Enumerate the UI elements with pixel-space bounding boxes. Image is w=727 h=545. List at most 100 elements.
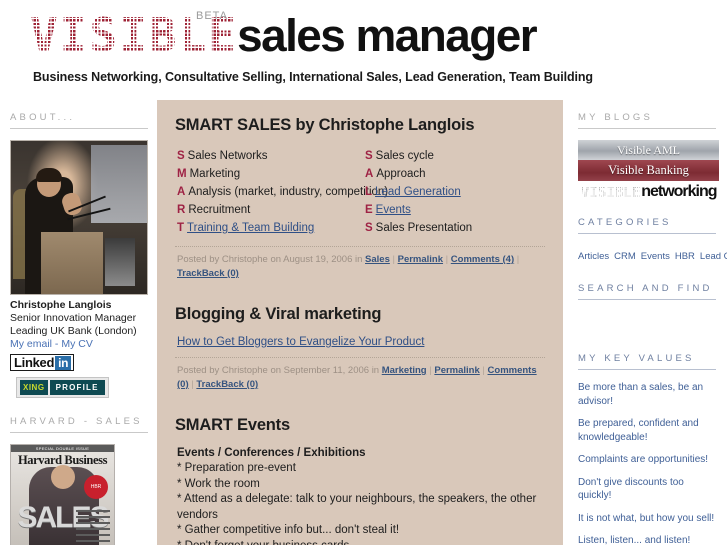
my-blogs-heading-rule <box>578 128 716 129</box>
visible-networking-word2: networking <box>641 183 717 200</box>
post-trackback-link[interactable]: TrackBack (0) <box>196 379 258 390</box>
author-bio: Christophe Langlois Senior Innovation Ma… <box>10 299 157 398</box>
post-category-link[interactable]: Sales <box>365 254 390 265</box>
smart-text: Sales Presentation <box>375 222 473 234</box>
post-title: SMART Events <box>175 416 290 434</box>
smart-row: A Analysis (market, industry, competition… <box>177 183 388 201</box>
key-value-item: Complaints are opportunities! <box>578 454 709 465</box>
page-root: VISIBLE sales manager BETA Business Netw… <box>0 0 727 545</box>
author-company: Leading UK Bank (London) <box>10 325 137 337</box>
events-list-item: * Work the room <box>177 477 260 490</box>
photo-award-stand <box>105 238 135 286</box>
harvard-sales-heading-rule <box>10 432 148 433</box>
photo-podium <box>41 232 103 294</box>
author-photo <box>10 140 148 295</box>
smart-row: L Lead Generation <box>365 183 549 201</box>
smart-letter: A <box>177 186 186 198</box>
post-blogging-viral-marketing: Blogging & Viral marketing How to Get Bl… <box>171 305 549 392</box>
main-content: SMART SALES by Christophe Langlois S Sale… <box>157 100 563 545</box>
smart-text: Sales Networks <box>187 150 268 162</box>
link-separator: - <box>52 338 62 350</box>
smart-letter: L <box>365 186 373 198</box>
hbr-top-band: SPECIAL DOUBLE ISSUE <box>11 445 114 452</box>
left-sidebar: ABOUT... Christophe Langlois Senior Inno… <box>0 112 157 545</box>
smart-letter: S <box>177 150 185 162</box>
smart-text: Marketing <box>189 168 241 180</box>
categories-heading: CATEGORIES <box>578 217 672 228</box>
events-list-item: * Preparation pre-event <box>177 462 296 474</box>
smart-text: Approach <box>376 168 426 180</box>
post-comments-link[interactable]: Comments (4) <box>451 254 514 265</box>
smart-row: R Recruitment <box>177 201 365 219</box>
post-trackback-link[interactable]: TrackBack (0) <box>177 268 239 279</box>
my-key-values-heading-rule <box>578 369 716 370</box>
xing-badge[interactable]: XING PROFILE <box>16 377 109 398</box>
post-permalink[interactable]: Permalink <box>398 254 443 265</box>
hbr-magazine-cover[interactable]: SPECIAL DOUBLE ISSUE Harvard Business Re… <box>10 444 115 545</box>
events-list-item: * Attend as a delegate: talk to your nei… <box>177 493 537 521</box>
key-value-item: It is not what, but how you sell! <box>578 512 715 524</box>
hbr-cover-face <box>51 465 75 489</box>
smart-row: M Marketing <box>177 165 365 183</box>
linkedin-badge-in: in <box>55 356 72 370</box>
post-permalink[interactable]: Permalink <box>434 365 479 376</box>
post-category-link[interactable]: Marketing <box>382 365 427 376</box>
xing-badge-right: PROFILE <box>49 380 105 395</box>
post-smart-events: SMART Events Events / Conferences / Exhi… <box>171 416 549 545</box>
key-value-item: Be prepared, confident and knowledgeable… <box>578 418 699 443</box>
smart-text-link[interactable]: Lead Generation <box>375 186 461 198</box>
post-divider <box>175 246 545 247</box>
blog-banner-visible-networking[interactable]: VISIBLE networking <box>578 181 719 203</box>
linkedin-badge[interactable]: Linked in <box>10 354 75 371</box>
search-box-area[interactable] <box>578 311 727 353</box>
category-link-lead-generation[interactable]: Lead Generation <box>700 251 727 262</box>
blog-banner-list: Visible AML Visible Banking VISIBLE netwo… <box>578 140 719 203</box>
key-value-item: Listen, listen... and listen! <box>578 535 691 545</box>
smart-letter: S <box>365 222 373 234</box>
site-logo[interactable]: VISIBLE sales manager <box>30 8 538 62</box>
post-body-link-wrap: How to Get Bloggers to Evangelize Your P… <box>177 336 549 348</box>
blog-banner-visible-aml[interactable]: Visible AML <box>578 140 719 160</box>
smart-row: S Sales Presentation <box>365 219 549 237</box>
xing-badge-left: XING <box>20 380 48 395</box>
smart-letter: S <box>365 150 373 162</box>
category-link-hbr[interactable]: HBR <box>675 251 695 262</box>
author-name: Christophe Langlois <box>10 299 112 311</box>
post-divider <box>175 357 545 358</box>
smart-text: Analysis (market, industry, competition) <box>188 186 389 198</box>
events-list-item: * Gather competitive info but... don't s… <box>177 524 400 536</box>
category-link-articles[interactable]: Articles <box>578 251 609 262</box>
smart-letter: M <box>177 168 187 180</box>
post-smart-sales: SMART SALES by Christophe Langlois S Sale… <box>171 116 549 281</box>
hbr-cover-toc-lines <box>76 510 110 545</box>
category-link-events[interactable]: Events <box>641 251 670 262</box>
post-body-link[interactable]: How to Get Bloggers to Evangelize Your P… <box>177 336 424 348</box>
site-tagline: Business Networking, Consultative Sellin… <box>33 70 593 84</box>
logo-sales-manager-text: sales manager <box>236 10 538 61</box>
my-email-link[interactable]: My email <box>10 338 52 350</box>
harvard-sales-heading: HARVARD - SALES <box>10 416 143 427</box>
smart-row: A Approach <box>365 165 549 183</box>
key-value-item: Be more than a sales, be an advisor! <box>578 382 704 407</box>
smart-row: S Sales Networks <box>177 147 365 165</box>
post-meta: Posted by Christophe on September 11, 20… <box>177 365 537 390</box>
author-role: Senior Innovation Manager <box>10 312 137 324</box>
smart-letter: T <box>177 222 185 234</box>
smart-letter: R <box>177 204 186 216</box>
smart-row: T Training & Team Building <box>177 219 365 237</box>
category-link-crm[interactable]: CRM <box>614 251 636 262</box>
post-title: SMART SALES by Christophe Langlois <box>175 116 475 134</box>
photo-speaker-hair <box>36 168 62 182</box>
smart-row: S Sales cycle <box>365 147 549 165</box>
smart-text: Sales cycle <box>375 150 434 162</box>
visible-networking-word1: VISIBLE <box>580 183 641 201</box>
smart-letter: E <box>365 204 373 216</box>
smart-text-link[interactable]: Training & Team Building <box>187 222 314 234</box>
smart-column-right: S Sales cycle A Approach L Lead Generation … <box>365 147 549 237</box>
events-subheading: Events / Conferences / Exhibitions <box>177 447 366 459</box>
smart-column-left: S Sales Networks M Marketing A Analysis (ma… <box>177 147 388 237</box>
smart-text-link[interactable]: Events <box>376 204 411 216</box>
post-meta: Posted by Christophe on August 19, 2006 … <box>177 254 520 279</box>
blog-banner-visible-banking[interactable]: Visible Banking <box>578 160 719 181</box>
my-cv-link[interactable]: My CV <box>61 338 93 350</box>
